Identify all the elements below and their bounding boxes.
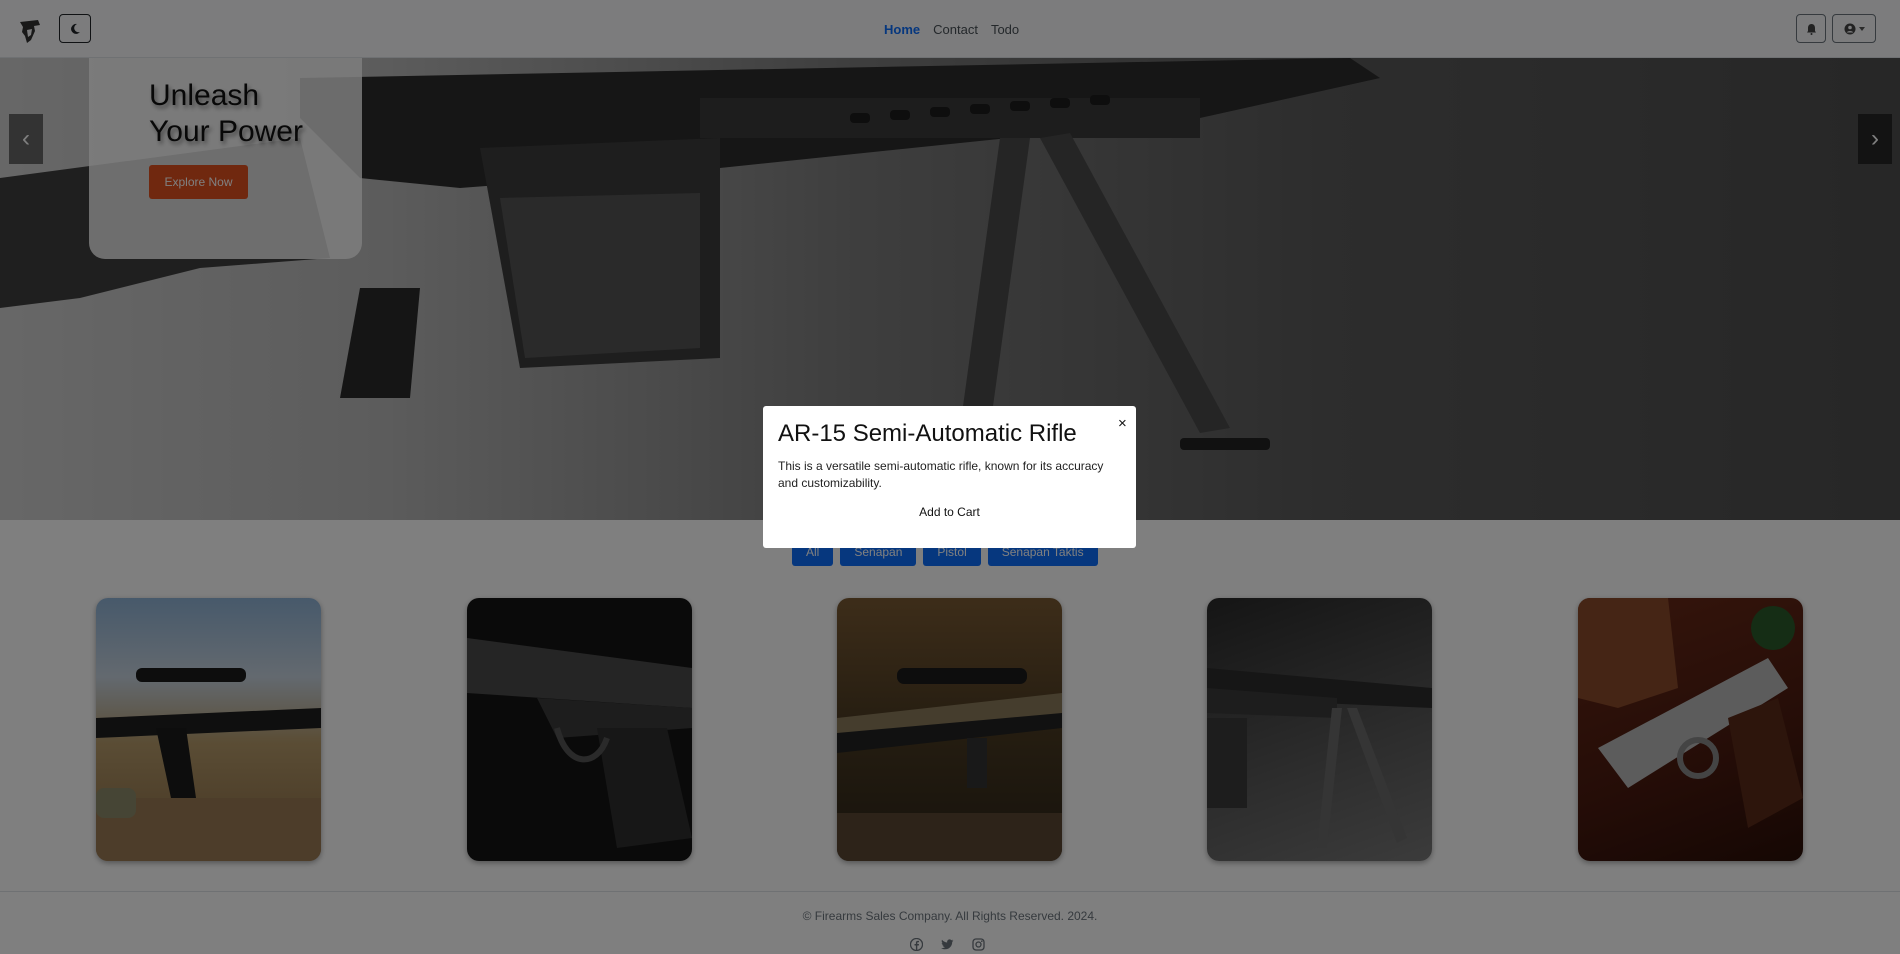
modal-description: This is a versatile semi-automatic rifle… [778,459,1104,490]
product-modal: AR-15 Semi-Automatic Rifle This is a ver… [763,406,1136,548]
close-icon[interactable]: × [1118,415,1127,432]
add-to-cart-button[interactable]: Add to Cart [763,504,1136,520]
modal-title: AR-15 Semi-Automatic Rifle [778,420,1077,447]
